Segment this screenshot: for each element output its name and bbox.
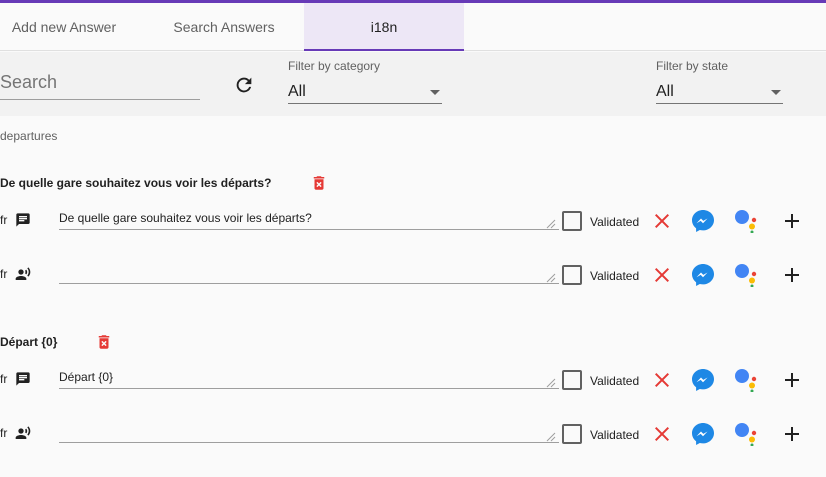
resize-handle-icon[interactable]: [545, 378, 557, 388]
language-code: fr: [0, 372, 8, 386]
validated-checkbox[interactable]: [562, 424, 582, 444]
answer-row: fr Validated: [0, 259, 826, 291]
search-input[interactable]: [0, 66, 200, 100]
answer-row: fr Départ {0} Validated: [0, 364, 826, 396]
messenger-icon[interactable]: [691, 209, 715, 233]
category-title: departures: [0, 129, 58, 143]
category-filter-label: Filter by category: [288, 59, 381, 73]
close-icon[interactable]: [650, 209, 674, 233]
add-icon[interactable]: [780, 368, 804, 392]
tab-bar: Add new Answer Search Answers i18n: [0, 3, 826, 51]
answer-key-title: De quelle gare souhaitez vous voir les d…: [0, 176, 272, 190]
answer-key-title: Départ {0}: [0, 335, 58, 349]
language-code: fr: [0, 426, 8, 440]
delete-forever-icon[interactable]: [310, 173, 328, 193]
voice-icon: [15, 267, 31, 280]
refresh-icon[interactable]: [233, 74, 255, 96]
answer-text-field[interactable]: De quelle gare souhaitez vous voir les d…: [59, 209, 559, 230]
tab-search-answers[interactable]: Search Answers: [144, 3, 304, 51]
validated-label: Validated: [590, 269, 640, 283]
filter-bar: Filter by category All Filter by state A…: [0, 52, 826, 116]
validated-checkbox[interactable]: [562, 370, 582, 390]
delete-forever-icon[interactable]: [95, 332, 113, 352]
state-filter-select[interactable]: All: [656, 80, 783, 104]
close-icon[interactable]: [650, 263, 674, 287]
resize-handle-icon[interactable]: [545, 273, 557, 283]
add-icon[interactable]: [780, 263, 804, 287]
google-assistant-icon[interactable]: [734, 422, 758, 446]
answer-row: fr De quelle gare souhaitez vous voir le…: [0, 205, 826, 237]
voice-icon: [15, 426, 31, 439]
chevron-down-icon: [771, 90, 781, 95]
answer-row: fr Validated: [0, 418, 826, 450]
validated-checkbox[interactable]: [562, 211, 582, 231]
validated-label: Validated: [590, 215, 640, 229]
tab-add-new-answer[interactable]: Add new Answer: [0, 3, 128, 51]
add-icon[interactable]: [780, 209, 804, 233]
messenger-icon[interactable]: [691, 368, 715, 392]
chevron-down-icon: [430, 90, 440, 95]
text-message-icon: [16, 213, 30, 227]
tab-i18n[interactable]: i18n: [304, 3, 464, 51]
add-icon[interactable]: [780, 422, 804, 446]
google-assistant-icon[interactable]: [734, 263, 758, 287]
state-filter-value: All: [656, 83, 674, 100]
answer-voice-field[interactable]: [59, 422, 559, 443]
answer-text-field[interactable]: Départ {0}: [59, 368, 559, 389]
messenger-icon[interactable]: [691, 422, 715, 446]
close-icon[interactable]: [650, 368, 674, 392]
category-filter-select[interactable]: All: [288, 80, 442, 104]
text-message-icon: [16, 372, 30, 386]
language-code: fr: [0, 267, 8, 281]
validated-label: Validated: [590, 374, 640, 388]
resize-handle-icon[interactable]: [545, 219, 557, 229]
messenger-icon[interactable]: [691, 263, 715, 287]
category-filter-value: All: [288, 83, 306, 100]
google-assistant-icon[interactable]: [734, 209, 758, 233]
answer-voice-field[interactable]: [59, 263, 559, 284]
google-assistant-icon[interactable]: [734, 368, 758, 392]
validated-label: Validated: [590, 428, 640, 442]
state-filter-label: Filter by state: [656, 59, 729, 73]
resize-handle-icon[interactable]: [545, 432, 557, 442]
close-icon[interactable]: [650, 422, 674, 446]
validated-checkbox[interactable]: [562, 265, 582, 285]
language-code: fr: [0, 213, 8, 227]
